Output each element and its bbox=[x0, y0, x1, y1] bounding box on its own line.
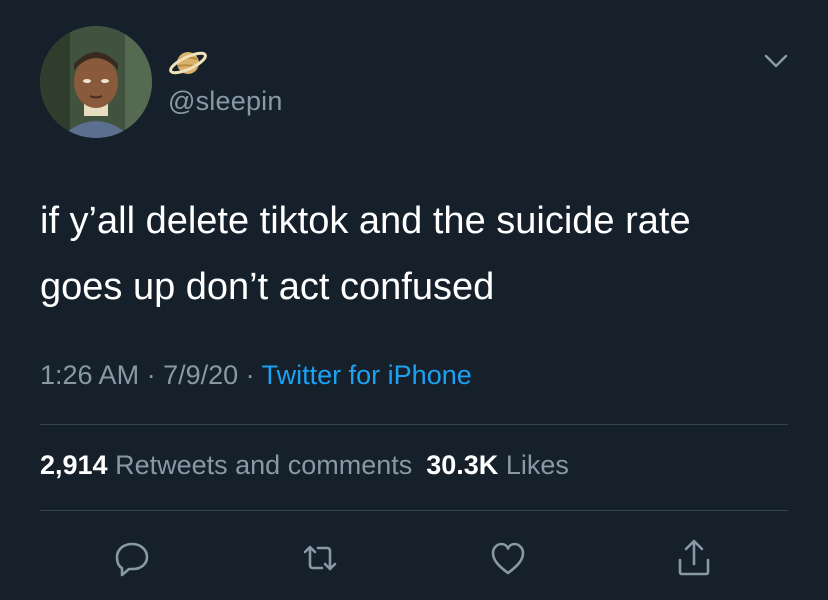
tweet-stats: 2,914 Retweets and comments 30.3K Likes bbox=[40, 450, 569, 481]
like-button[interactable] bbox=[486, 536, 530, 580]
likes-label: Likes bbox=[505, 450, 569, 480]
tweet-source-link[interactable]: Twitter for iPhone bbox=[262, 360, 472, 390]
user-handle[interactable]: @sleepin bbox=[168, 86, 283, 117]
ringed-planet-icon bbox=[168, 42, 208, 82]
retweet-button[interactable] bbox=[298, 536, 342, 580]
retweets-stat[interactable]: 2,914 Retweets and comments bbox=[40, 450, 412, 480]
avatar[interactable] bbox=[40, 26, 152, 138]
chevron-down-icon[interactable] bbox=[762, 50, 790, 72]
likes-count: 30.3K bbox=[426, 450, 499, 480]
avatar-image bbox=[40, 26, 152, 138]
tweet-time: 1:26 AM bbox=[40, 360, 140, 390]
retweets-label: Retweets and comments bbox=[115, 450, 413, 480]
tweet-date: 7/9/20 bbox=[163, 360, 239, 390]
tweet-meta: 1:26 AM · 7/9/20 · Twitter for iPhone bbox=[40, 360, 472, 391]
tweet-card: @sleepin if y’all delete tiktok and the … bbox=[0, 0, 828, 600]
share-icon bbox=[678, 539, 710, 576]
meta-separator: · bbox=[238, 360, 262, 390]
divider bbox=[40, 510, 788, 511]
retweets-count: 2,914 bbox=[40, 450, 108, 480]
retweet-icon bbox=[303, 545, 337, 571]
meta-separator: · bbox=[139, 360, 164, 390]
tweet-text: if y’all delete tiktok and the suicide r… bbox=[40, 188, 800, 320]
share-button[interactable] bbox=[672, 536, 716, 580]
likes-stat[interactable]: 30.3K Likes bbox=[426, 450, 569, 480]
reply-icon bbox=[115, 542, 149, 577]
tweet-text-line: if y’all delete tiktok and the suicide r… bbox=[40, 200, 691, 242]
like-icon bbox=[491, 542, 525, 575]
divider bbox=[40, 424, 788, 425]
tweet-text-line: goes up don’t act confused bbox=[40, 266, 495, 308]
reply-button[interactable] bbox=[110, 536, 154, 580]
